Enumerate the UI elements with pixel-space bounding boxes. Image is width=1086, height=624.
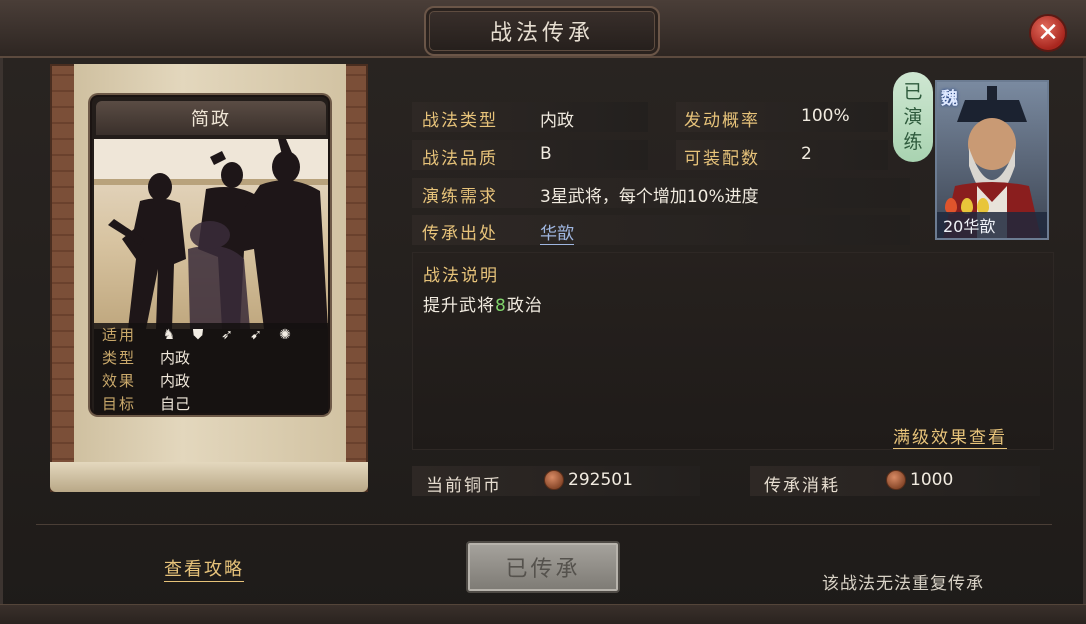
equip-count-value: 2 (801, 144, 812, 164)
description-text: 提升武将8政治 (423, 291, 543, 316)
tactic-illustration (94, 139, 328, 329)
general-portrait[interactable]: 魏 20华歆 (935, 80, 1049, 240)
bottom-border (0, 604, 1086, 624)
cavalry-icon: ♞ (162, 326, 176, 343)
divider (36, 524, 1052, 525)
badge-char: 演 (903, 105, 923, 128)
prop-label: 类型 (102, 349, 137, 367)
close-icon[interactable]: ✕ (1029, 14, 1067, 52)
no-repeat-note: 该战法无法重复传承 (822, 574, 984, 594)
practice-req-value: 3星武将，每个增加10%进度 (540, 187, 759, 207)
current-coins-value: 292501 (544, 470, 633, 490)
prop-value: 内政 (160, 349, 191, 367)
practiced-badge: 已 演 练 (893, 72, 933, 162)
description-heading: 战法说明 (423, 266, 499, 286)
view-guide-link[interactable]: 查看攻略 (164, 555, 244, 582)
tactic-name: 简政 (96, 101, 326, 135)
tactic-type-label: 战法类型 (422, 111, 498, 131)
desc-prefix: 提升武将 (423, 296, 495, 316)
bow-icon: ➶ (221, 326, 233, 343)
prop-label: 适用 (102, 326, 137, 344)
tactic-type-value: 内政 (540, 111, 574, 131)
quality-label: 战法品质 (422, 149, 498, 169)
general-level-name: 20华歆 (937, 212, 1047, 238)
prop-row-type: 类型 内政 (94, 346, 328, 369)
inherit-cost-amount: 1000 (910, 470, 954, 490)
practice-req-label: 演练需求 (422, 187, 498, 207)
spear-icon: ➹ (250, 326, 262, 343)
prop-value: 内政 (160, 372, 191, 390)
troop-type-icons: ♞ ⛊ ➶ ➹ ✺ (152, 326, 294, 344)
desc-suffix: 政治 (506, 296, 543, 316)
scroll-roller (50, 462, 368, 492)
inherit-cost-label: 传承消耗 (764, 476, 840, 496)
faction-label: 魏 (941, 89, 958, 109)
prop-label: 效果 (102, 372, 137, 390)
inherited-button[interactable]: 已传承 (466, 541, 620, 593)
quality-value: B (540, 144, 552, 164)
desc-number: 8 (495, 296, 507, 316)
trigger-rate-label: 发动概率 (684, 111, 760, 131)
equip-count-label: 可装配数 (684, 149, 760, 169)
description-panel: 战法说明 提升武将8政治 满级效果查看 (412, 252, 1054, 450)
inherit-cost-value: 1000 (886, 470, 953, 490)
source-label: 传承出处 (422, 224, 498, 244)
shield-icon: ⛊ (192, 326, 204, 343)
tactic-card: 简政 适用 ♞ ⛊ ➶ ➹ ✺ 类型 内政 效果 内政 目标 自己 (90, 95, 330, 415)
trigger-rate-value: 100% (801, 106, 850, 126)
prop-row-effect: 效果 内政 (94, 369, 328, 392)
badge-char: 练 (903, 130, 923, 153)
window-title: 战法传承 (424, 6, 660, 56)
copper-coin-icon (886, 470, 906, 490)
wheel-icon: ✺ (279, 326, 291, 343)
copper-coin-icon (544, 470, 564, 490)
silhouette-figures-icon (94, 139, 328, 329)
prop-label: 目标 (102, 395, 137, 413)
prop-row-applicable: 适用 ♞ ⛊ ➶ ➹ ✺ (94, 323, 328, 346)
badge-char: 已 (903, 80, 923, 103)
current-coins-amount: 292501 (568, 470, 633, 490)
tactic-properties: 适用 ♞ ⛊ ➶ ➹ ✺ 类型 内政 效果 内政 目标 自己 (94, 323, 328, 413)
prop-value: 自己 (160, 395, 191, 413)
current-coins-label: 当前铜币 (426, 476, 502, 496)
prop-row-target: 目标 自己 (94, 392, 328, 415)
source-general-link[interactable]: 华歆 (540, 219, 574, 245)
max-effect-link[interactable]: 满级效果查看 (893, 423, 1007, 449)
